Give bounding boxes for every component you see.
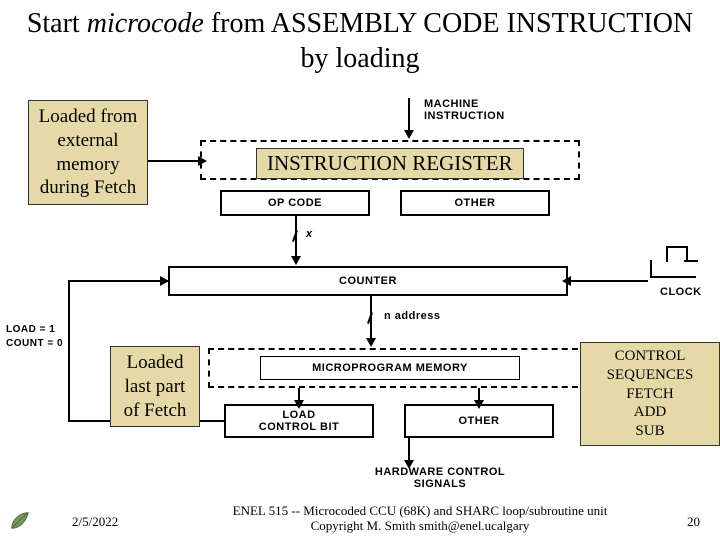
arrow-opcode-down-icon bbox=[291, 256, 301, 265]
arrow-mm-r-icon bbox=[474, 400, 484, 409]
lbl-count0: COUNT = 0 bbox=[6, 338, 63, 349]
blk-load-bit: LOAD CONTROL BIT bbox=[224, 404, 374, 438]
title-post: by loading bbox=[301, 43, 420, 74]
arrow-load-counter-icon bbox=[160, 276, 169, 286]
diagram-area: Loaded from external memory during Fetch… bbox=[0, 90, 720, 480]
blk-other-1: OTHER bbox=[400, 190, 550, 216]
lbl-machine-instruction: MACHINE INSTRUCTION bbox=[424, 98, 505, 122]
blk-opcode: OP CODE bbox=[220, 190, 370, 216]
title-pre: Start bbox=[27, 8, 87, 39]
lbl-n-address: n ADDRESS bbox=[384, 310, 440, 322]
arrow-counter-down-icon bbox=[366, 338, 376, 347]
slide-title: Start microcode from ASSEMBLY CODE INSTR… bbox=[0, 0, 720, 76]
arrow-mm-l-icon bbox=[294, 400, 304, 409]
title-italic: microcode bbox=[87, 8, 204, 39]
lbl-hw-ctrl: HARDWARE CONTROL SIGNALS bbox=[360, 466, 520, 490]
arrow-annot1-ir-icon bbox=[198, 156, 207, 166]
annot-loaded-external: Loaded from external memory during Fetch bbox=[28, 100, 148, 205]
arrow-mi-down-icon bbox=[404, 130, 414, 139]
lbl-x: x bbox=[306, 228, 313, 240]
footer-date: 2/5/2022 bbox=[72, 514, 118, 530]
line-mi-down bbox=[408, 98, 410, 132]
line-hw-down bbox=[408, 438, 410, 462]
arrow-clock-icon bbox=[562, 276, 571, 286]
annot-loaded-last: Loaded last part of Fetch bbox=[110, 346, 200, 427]
blk-micro-mem: MICROPROGRAM MEMORY bbox=[260, 356, 520, 380]
footer-line2: Copyright M. Smith smith@enel.ucalgary bbox=[200, 518, 640, 534]
line-annot1-ir bbox=[148, 160, 200, 162]
line-load-counter bbox=[68, 280, 168, 282]
annot-control-seq: CONTROL SEQUENCES FETCH ADD SUB bbox=[580, 342, 720, 446]
blk-other-2: OTHER bbox=[404, 404, 554, 438]
footer-text: ENEL 515 -- Microcoded CCU (68K) and SHA… bbox=[200, 503, 640, 534]
footer-line1: ENEL 515 -- Microcoded CCU (68K) and SHA… bbox=[200, 503, 640, 519]
line-feedback-v bbox=[68, 280, 70, 420]
title-mid: from ASSEMBLY CODE INSTRUCTION bbox=[204, 8, 693, 39]
leaf-icon bbox=[8, 510, 30, 532]
clock-waveform-icon bbox=[650, 260, 696, 278]
lbl-clock: CLOCK bbox=[660, 286, 702, 298]
line-clock-counter bbox=[568, 280, 648, 282]
annot-ir: INSTRUCTION REGISTER bbox=[256, 148, 524, 179]
blk-counter: COUNTER bbox=[168, 266, 568, 296]
page-number: 20 bbox=[687, 514, 700, 530]
lbl-load1: LOAD = 1 bbox=[6, 324, 55, 335]
